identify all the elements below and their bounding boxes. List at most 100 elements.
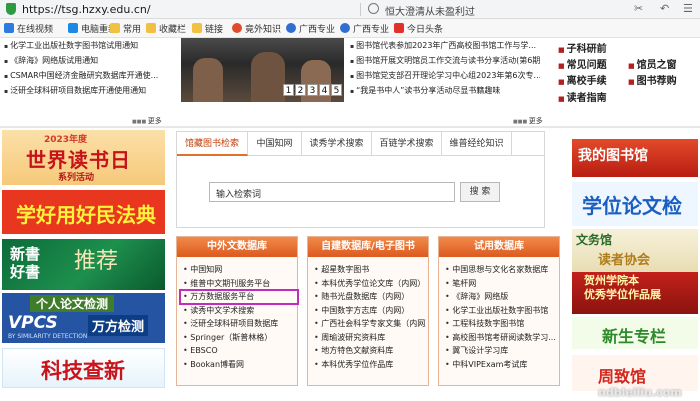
news-item[interactable]: “我是书中人”读书分享活动尽显书籍趣味 bbox=[350, 83, 540, 98]
db-column-title: 中外文数据库 bbox=[177, 237, 297, 257]
browser-address-bar: https://tsg.hzxy.edu.cn/ 恒大澄清从未盈利过 ✂ ↶ ☰ bbox=[0, 0, 700, 19]
menu-icon[interactable]: ☰ bbox=[683, 2, 693, 15]
bookmark-links[interactable]: 链接 bbox=[192, 22, 223, 35]
banner-title: 贺州学院本 优秀学位作品展 bbox=[584, 274, 661, 302]
notice-item[interactable]: 《辞海》网络版试用通知 bbox=[0, 53, 170, 68]
sci-novelty-banner[interactable]: 科技查新 bbox=[2, 348, 165, 388]
pager-5[interactable]: 5 bbox=[331, 84, 342, 96]
quick-link-staff[interactable]: 馆员之窗 bbox=[628, 56, 677, 71]
my-library-banner[interactable]: 我的图书馆 bbox=[572, 139, 698, 177]
tab-bailian[interactable]: 百链学术搜索 bbox=[372, 132, 442, 156]
bookmark-common[interactable]: 常用 bbox=[110, 22, 141, 35]
db-item[interactable]: 本科优秀学位作品库 bbox=[314, 358, 426, 372]
news-more-link[interactable]: 更多 bbox=[513, 116, 543, 126]
pager-4[interactable]: 4 bbox=[319, 84, 330, 96]
db-item[interactable]: 化学工业出版社数字图书馆 bbox=[445, 304, 557, 318]
search-button[interactable]: 搜 索 bbox=[460, 182, 500, 202]
db-item[interactable]: 广西社会科学专家文集（内网） bbox=[314, 317, 426, 331]
db-column-foreign: 中外文数据库 中国知网 维普中文期刊服务平台 万方数据服务平台 读秀中文学术搜索… bbox=[176, 236, 299, 386]
db-item[interactable]: 《辞海》网络版 bbox=[445, 290, 557, 304]
notice-item[interactable]: CSMAR中国经济金融研究数据库开通使... bbox=[0, 68, 170, 83]
banner-subtitle: 系列活动 bbox=[58, 173, 95, 183]
bookmark-favorites[interactable]: 收藏栏 bbox=[146, 22, 186, 35]
db-item[interactable]: 本科优秀学位论文库（内网） bbox=[314, 277, 426, 291]
search-panel: 馆藏图书检索 中国知网 读秀学术搜索 百链学术搜索 维普经纶知识 输入检索词 搜… bbox=[176, 131, 545, 228]
reading-day-banner[interactable]: 2023年度 世界读书日 系列活动 bbox=[2, 130, 165, 185]
db-item[interactable]: 笔杆网 bbox=[445, 277, 557, 291]
watermark: ndbleiliu.com bbox=[598, 386, 682, 399]
back-icon[interactable]: ↶ bbox=[660, 2, 669, 15]
bookmark-knowledge[interactable]: 竟外知识 bbox=[232, 22, 281, 35]
quick-link-leaving[interactable]: 离校手续 bbox=[558, 72, 607, 87]
notice-item[interactable]: 化学工业出版社数字图书馆试用通知 bbox=[0, 38, 170, 53]
notice-more-link[interactable]: 更多 bbox=[132, 116, 162, 126]
thesis-search-banner[interactable]: 学位论文检 bbox=[572, 182, 698, 226]
db-item[interactable]: 地方特色文献资料库 bbox=[314, 344, 426, 358]
news-item[interactable]: 图书馆代表参加2023年广西高校图书馆工作与学... bbox=[350, 38, 540, 53]
banner-line: 新書 bbox=[10, 245, 41, 263]
db-item[interactable]: 随书光盘数据库（内网） bbox=[314, 290, 426, 304]
db-item[interactable]: 中国知网 bbox=[183, 263, 295, 277]
bookmark-guangxi-2[interactable]: 广西专业 bbox=[340, 22, 389, 35]
notice-list: 化学工业出版社数字图书馆试用通知 《辞海》网络版试用通知 CSMAR中国经济金融… bbox=[0, 38, 170, 126]
db-item[interactable]: Bookan博看网 bbox=[183, 358, 295, 372]
pager-1[interactable]: 1 bbox=[283, 84, 294, 96]
db-item[interactable]: 维普中文期刊服务平台 bbox=[183, 277, 295, 291]
address-divider bbox=[360, 3, 361, 16]
paper-check-banner[interactable]: 个人论文检测 VPCS 万方检测 BY SIMILARITY DETECTION bbox=[2, 293, 165, 343]
banner-caption: BY SIMILARITY DETECTION bbox=[8, 333, 88, 340]
news-item[interactable]: 图书馆开展文明馆员工作交流与读书分享活动(第6期) bbox=[350, 53, 540, 68]
url-field[interactable]: https://tsg.hzxy.edu.cn/ bbox=[22, 3, 151, 16]
search-icon[interactable] bbox=[368, 3, 379, 14]
quick-link-research[interactable]: 子科研前 bbox=[558, 40, 607, 55]
folder-icon bbox=[192, 23, 202, 33]
thesis-exhibition-banner[interactable]: 贺州学院本 优秀学位作品展 bbox=[572, 272, 698, 314]
civil-code-banner[interactable]: 学好用好民法典 bbox=[2, 190, 165, 234]
scissors-icon[interactable]: ✂ bbox=[634, 2, 643, 15]
db-item[interactable]: 翼飞设计学习库 bbox=[445, 344, 557, 358]
db-item[interactable]: 高校图书馆考研阅读数学习... bbox=[445, 331, 557, 345]
banner-title: 周致馆 bbox=[598, 367, 647, 386]
db-item[interactable]: 中国数字方志库（内网） bbox=[314, 304, 426, 318]
quick-link-faq[interactable]: 常见问题 bbox=[558, 56, 607, 71]
banner-title: 新書 好書 bbox=[10, 245, 50, 281]
bookmark-online-video[interactable]: 在线视频 bbox=[4, 22, 53, 35]
db-item[interactable]: EBSCO bbox=[183, 344, 295, 358]
db-item[interactable]: 读秀中文学术搜索 bbox=[183, 304, 295, 318]
quick-link-book-recommend[interactable]: 图书荐购 bbox=[628, 72, 677, 87]
pager-2[interactable]: 2 bbox=[295, 84, 306, 96]
folder-icon bbox=[110, 23, 120, 33]
tab-catalog[interactable]: 馆藏图书检索 bbox=[177, 132, 248, 156]
quick-link-reader-guide[interactable]: 读者指南 bbox=[558, 89, 607, 104]
banner-title: 学位论文检 bbox=[582, 194, 682, 218]
browser-search-hint[interactable]: 恒大澄清从未盈利过 bbox=[385, 3, 475, 18]
banner-calligraphy: 推荐 bbox=[74, 249, 119, 274]
bookmark-toutiao[interactable]: 今日头条 bbox=[394, 22, 443, 35]
banner-title: 学好用好民法典 bbox=[16, 203, 156, 227]
db-item[interactable]: 中国思想与文化名家数据库 bbox=[445, 263, 557, 277]
db-list: 中国思想与文化名家数据库 笔杆网 《辞海》网络版 化学工业出版社数字图书馆 工程… bbox=[445, 263, 557, 371]
notice-item[interactable]: 泛研全球科研项目数据库开通使用通知 bbox=[0, 83, 170, 98]
db-item[interactable]: 泛研全球科研项目数据库 bbox=[183, 317, 295, 331]
db-item[interactable]: 工程科技数字图书馆 bbox=[445, 317, 557, 331]
computer-icon bbox=[68, 23, 78, 33]
freshman-banner[interactable]: 新生专栏 bbox=[572, 317, 698, 349]
tab-duxiu[interactable]: 读秀学术搜索 bbox=[302, 132, 372, 156]
db-item[interactable]: 中科VIPExam考试库 bbox=[445, 358, 557, 372]
db-item-wanfang[interactable]: 万方数据服务平台 bbox=[179, 289, 299, 305]
news-item[interactable]: 图书馆党支部召开理论学习中心组2023年第6次专... bbox=[350, 68, 540, 83]
pager-3[interactable]: 3 bbox=[307, 84, 318, 96]
new-books-banner[interactable]: 新書 好書 推荐 bbox=[2, 239, 165, 290]
db-column-selfbuilt: 自建数据库/电子图书 超星数字图书 本科优秀学位论文库（内网） 随书光盘数据库（… bbox=[307, 236, 429, 386]
tab-cnki[interactable]: 中国知网 bbox=[248, 132, 302, 156]
db-item[interactable]: 周瑜波研究资料库 bbox=[314, 331, 426, 345]
bookmark-guangxi-1[interactable]: 广西专业 bbox=[286, 22, 335, 35]
search-tabs: 馆藏图书检索 中国知网 读秀学术搜索 百链学术搜索 维普经纶知识 bbox=[177, 132, 544, 156]
db-list: 超星数字图书 本科优秀学位论文库（内网） 随书光盘数据库（内网） 中国数字方志库… bbox=[314, 263, 426, 371]
search-input[interactable]: 输入检索词 bbox=[209, 182, 455, 202]
tab-vip[interactable]: 维普经纶知识 bbox=[442, 132, 512, 156]
banner-title: 新生专栏 bbox=[602, 327, 667, 346]
reader-association-banner[interactable]: 文务馆 读者协会 bbox=[572, 229, 698, 274]
db-item[interactable]: 超星数字图书 bbox=[314, 263, 426, 277]
db-item[interactable]: Springer（斯普林格） bbox=[183, 331, 295, 345]
